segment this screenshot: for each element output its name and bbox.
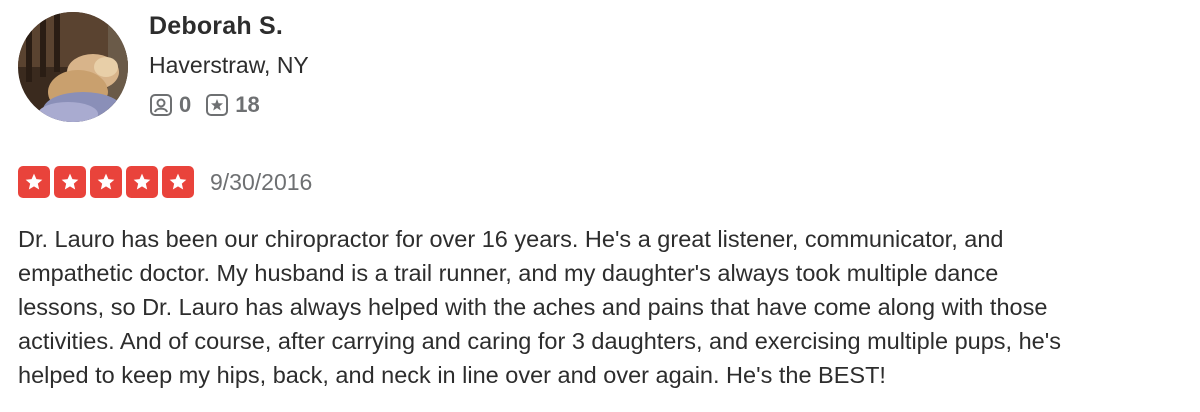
- star-icon: [126, 166, 158, 198]
- star-icon: [54, 166, 86, 198]
- user-name[interactable]: Deborah S.: [149, 12, 283, 41]
- reviews-stat: 18: [205, 92, 260, 118]
- reviews-count: 18: [235, 92, 260, 117]
- star-icon: [162, 166, 194, 198]
- user-stats: 0 18: [149, 92, 274, 118]
- review-text: Dr. Lauro has been our chiropractor for …: [18, 226, 1061, 388]
- friends-icon: [149, 93, 173, 117]
- friends-stat: 0: [149, 92, 191, 118]
- avatar[interactable]: [18, 12, 128, 122]
- review-date: 9/30/2016: [210, 168, 313, 195]
- review-card: Deborah S. Haverstraw, NY 0 18 9/30/2016…: [0, 0, 1200, 412]
- avatar-photo: [18, 12, 128, 122]
- star-icon: [18, 166, 50, 198]
- star-icon: [90, 166, 122, 198]
- user-location: Haverstraw, NY: [149, 52, 309, 78]
- rating-row: 9/30/2016: [18, 166, 312, 198]
- review-star-icon: [205, 93, 229, 117]
- friends-count: 0: [179, 92, 192, 117]
- star-rating: [18, 166, 198, 198]
